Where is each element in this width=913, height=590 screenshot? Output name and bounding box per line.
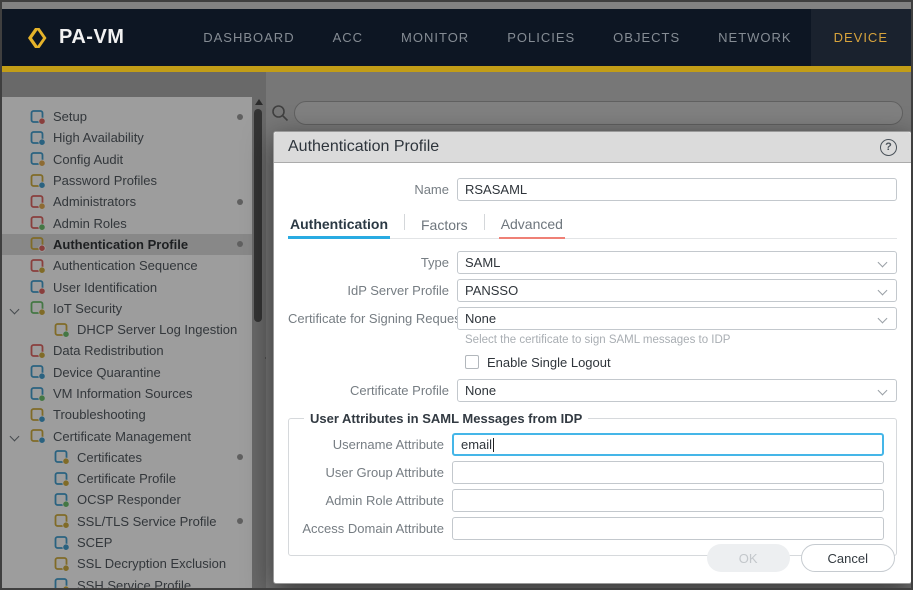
top-strip [2,2,911,9]
brand: PA-VM [2,25,184,51]
type-select[interactable]: SAML [457,251,897,274]
enable-single-logout-row: Enable Single Logout [465,353,897,371]
type-label: Type [288,255,457,270]
username-attribute-label: Username Attribute [294,437,452,452]
tab-authentication[interactable]: Authentication [288,216,390,239]
app-window: PA-VM DASHBOARDACCMONITORPOLICIESOBJECTS… [0,0,913,590]
certificate-profile-value: None [465,383,496,398]
tab-advanced[interactable]: Advanced [499,216,565,239]
nav-item-acc[interactable]: ACC [314,9,382,66]
enable-single-logout-checkbox[interactable] [465,355,479,369]
certificate-profile-select[interactable]: None [457,379,897,402]
tab-separator [484,214,485,230]
certificate-profile-row: Certificate Profile None [288,379,897,402]
chevron-down-icon [878,314,888,324]
access-domain-attribute-row: Access Domain Attribute [294,517,884,540]
certificate-helper-text: Select the certificate to sign SAML mess… [465,334,897,346]
help-icon[interactable]: ? [880,139,897,156]
chevron-down-icon [878,286,888,296]
nav-item-dashboard[interactable]: DASHBOARD [184,9,313,66]
chevron-down-icon [878,386,888,396]
nav-menu: DASHBOARDACCMONITORPOLICIESOBJECTSNETWOR… [184,9,911,66]
user-attributes-legend: User Attributes in SAML Messages from ID… [304,411,588,426]
name-row: Name RSASAML [288,178,897,201]
username-attribute-row: Username Attribute email [294,433,884,456]
certificate-for-signing-label: Certificate for Signing Requests [288,311,457,326]
nav-item-device[interactable]: DEVICE [811,9,911,66]
type-row: Type SAML [288,251,897,274]
access-domain-attribute-input[interactable] [452,517,884,540]
ok-button[interactable]: OK [707,544,790,572]
certificate-for-signing-value: None [465,311,496,326]
tab-separator [404,214,405,230]
certificate-for-signing-select[interactable]: None [457,307,897,330]
cancel-button[interactable]: Cancel [801,544,895,572]
name-label: Name [288,182,457,197]
certificate-profile-label: Certificate Profile [288,383,457,398]
name-value: RSASAML [465,182,527,197]
user-group-attribute-input[interactable] [452,461,884,484]
admin-role-attribute-input[interactable] [452,489,884,512]
admin-role-attribute-row: Admin Role Attribute [294,489,884,512]
brand-name: PA-VM [59,26,124,49]
input-value: email [461,437,492,452]
nav-item-policies[interactable]: POLICIES [488,9,594,66]
user-group-attribute-label: User Group Attribute [294,465,452,480]
enable-single-logout-label: Enable Single Logout [487,355,611,370]
chevron-down-icon [878,258,888,268]
user-group-attribute-row: User Group Attribute [294,461,884,484]
name-input[interactable]: RSASAML [457,178,897,201]
idp-server-profile-row: IdP Server Profile PANSSO [288,279,897,302]
nav-item-objects[interactable]: OBJECTS [594,9,699,66]
dialog-tabs: Authentication Factors Advanced [288,214,897,239]
dialog-body: Name RSASAML Authentication Factors Adva… [274,163,911,584]
text-caret [493,438,494,452]
nav-item-monitor[interactable]: MONITOR [382,9,488,66]
tab-factors[interactable]: Factors [419,217,470,239]
dialog-footer: OK Cancel [707,544,895,572]
idp-server-profile-label: IdP Server Profile [288,283,457,298]
idp-server-profile-select[interactable]: PANSSO [457,279,897,302]
top-nav: PA-VM DASHBOARDACCMONITORPOLICIESOBJECTS… [2,9,911,66]
authentication-profile-dialog: Authentication Profile ? Name RSASAML Au… [273,131,912,584]
admin-role-attribute-label: Admin Role Attribute [294,493,452,508]
certificate-for-signing-row: Certificate for Signing Requests None [288,307,897,330]
access-domain-attribute-label: Access Domain Attribute [294,521,452,536]
idp-server-profile-value: PANSSO [465,283,518,298]
dialog-title: Authentication Profile [288,138,880,156]
user-attributes-group: User Attributes in SAML Messages from ID… [288,411,897,556]
type-value: SAML [465,255,500,270]
pa-vm-logo-icon [24,25,50,51]
username-attribute-input[interactable]: email [452,433,884,456]
nav-item-network[interactable]: NETWORK [699,9,810,66]
dialog-titlebar: Authentication Profile ? [274,132,911,163]
